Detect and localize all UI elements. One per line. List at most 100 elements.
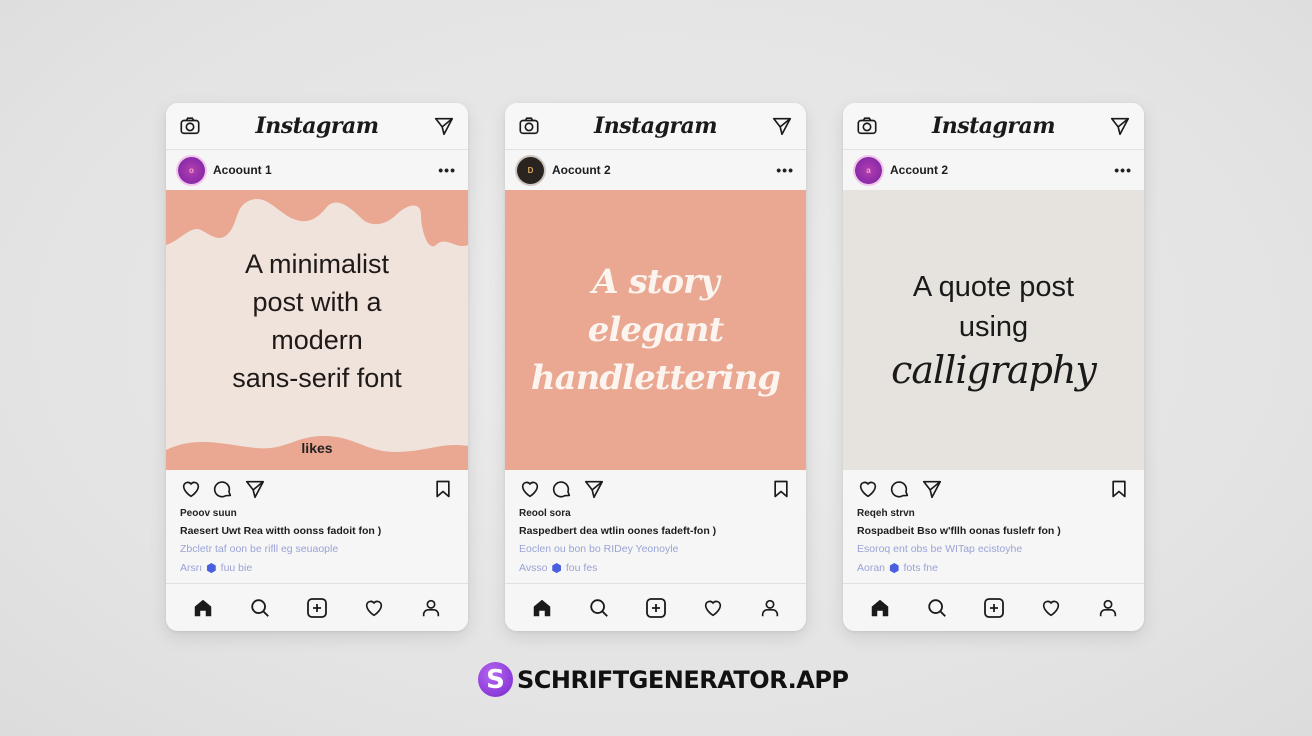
camera-icon[interactable] [855, 114, 879, 138]
verified-badge-icon: ⬢ [206, 561, 217, 575]
post-caption-text: A minimalist post with a modern sans-ser… [232, 245, 402, 397]
comment-icon[interactable] [888, 477, 912, 501]
post-actions [166, 470, 468, 508]
more-options-icon[interactable]: ••• [438, 163, 456, 177]
caption-footer: Aoran ⬢ fots fne [857, 558, 1130, 578]
post-text-line: A minimalist [244, 249, 389, 279]
activity-heart-icon[interactable] [700, 595, 726, 621]
like-heart-icon[interactable] [856, 477, 880, 501]
more-options-icon[interactable]: ••• [1114, 163, 1132, 177]
comment-icon[interactable] [211, 477, 235, 501]
bookmark-icon[interactable] [431, 477, 455, 501]
caption-link[interactable]: Zbcletr taf oon be rifll eg seuaople [180, 540, 454, 558]
caption-line: Reqeh strvn [857, 508, 915, 519]
share-icon[interactable] [582, 477, 606, 501]
home-icon[interactable] [529, 595, 555, 621]
post-header: a Account 2 ••• [843, 150, 1144, 190]
caption-footer: Arsrı ⬢ fuu bie [180, 558, 454, 578]
home-icon[interactable] [190, 595, 216, 621]
post-image[interactable]: A quote post using calligraphy [843, 190, 1144, 470]
post-caption: Reool sora Raspedbert dea wtlin oones fa… [505, 506, 806, 578]
search-icon[interactable] [586, 595, 612, 621]
post-image[interactable]: A minimalist post with a modern sans-ser… [166, 190, 468, 470]
bookmark-icon[interactable] [1107, 477, 1131, 501]
activity-heart-icon[interactable] [1038, 595, 1064, 621]
post-actions [505, 470, 806, 508]
caption-line: Rospadbeit Bso w'fllh oonas fuslefr fon … [857, 525, 1061, 537]
account-name[interactable]: Acoount 1 [213, 163, 438, 177]
caption-line: Reool sora [519, 508, 571, 519]
post-text-line: A story [592, 262, 719, 302]
caption-footer-suffix: fots fne [903, 562, 938, 574]
profile-icon[interactable] [1095, 595, 1121, 621]
post-caption: Peoov suun Raesert Uwt Rea witth oonss f… [166, 506, 468, 578]
direct-message-icon[interactable] [770, 114, 794, 138]
caption-line: Raspedbert dea wtlin oones fadeft-fon ) [519, 525, 717, 537]
camera-icon[interactable] [178, 114, 202, 138]
caption-line: Raesert Uwt Rea witth oonss fadoit fon ) [180, 525, 382, 537]
new-post-icon[interactable] [643, 595, 669, 621]
search-icon[interactable] [247, 595, 273, 621]
post-header: D Aocount 2 ••• [505, 150, 806, 190]
post-text-line: using [958, 311, 1029, 343]
post-caption-text: A story elegant handlettering [530, 258, 781, 402]
bottom-navigation [166, 583, 468, 631]
bottom-navigation [843, 583, 1144, 631]
brand-name: SCHRIFTGENERATOR.APP [517, 665, 849, 694]
post-actions [843, 470, 1144, 508]
post-text-line: modern [271, 325, 363, 355]
caption-footer-prefix: Arsrı [180, 562, 203, 574]
post-text-line: A quote post [912, 271, 1075, 303]
brand-logo-icon: S [478, 662, 513, 697]
instagram-logo: Instagram [255, 113, 379, 139]
caption-footer-suffix: fuu bie [220, 562, 253, 574]
profile-icon[interactable] [418, 595, 444, 621]
post-caption: Reqeh strvn Rospadbeit Bso w'fllh oonas … [843, 506, 1144, 578]
caption-link[interactable]: Eoclen ou bon bo RIDey Yeonoyle [519, 540, 792, 558]
post-script-line: calligraphy [891, 348, 1097, 392]
new-post-icon[interactable] [304, 595, 330, 621]
top-bar: Instagram [505, 103, 806, 150]
post-image[interactable]: A story elegant handlettering [505, 190, 806, 470]
like-heart-icon[interactable] [518, 477, 542, 501]
avatar[interactable]: a [855, 156, 882, 184]
direct-message-icon[interactable] [1108, 114, 1132, 138]
account-name[interactable]: Account 2 [890, 163, 1114, 177]
share-icon[interactable] [920, 477, 944, 501]
instagram-logo: Instagram [931, 113, 1056, 139]
brand-footer: S SCHRIFTGENERATOR.APP [478, 662, 849, 697]
activity-heart-icon[interactable] [361, 595, 387, 621]
caption-footer-suffix: fou fes [565, 562, 598, 574]
verified-badge-icon: ⬢ [889, 561, 900, 575]
post-text-line: sans-serif font [232, 363, 402, 393]
caption-footer-prefix: Avsso [519, 562, 548, 574]
top-bar: Instagram [843, 103, 1144, 150]
avatar[interactable]: o [178, 156, 205, 184]
instagram-logo: Instagram [593, 113, 718, 139]
phone-mockup-2: Instagram D Aocount 2 ••• A story elegan… [505, 103, 806, 631]
bookmark-icon[interactable] [769, 477, 793, 501]
caption-footer: Avsso ⬢ fou fes [519, 558, 792, 578]
top-bar: Instagram [166, 103, 468, 150]
search-icon[interactable] [924, 595, 950, 621]
caption-link[interactable]: Esoroq ent obs be WITap ecistoyhe [857, 540, 1130, 558]
direct-message-icon[interactable] [432, 114, 456, 138]
like-heart-icon[interactable] [179, 477, 203, 501]
camera-icon[interactable] [517, 114, 541, 138]
share-icon[interactable] [243, 477, 267, 501]
post-caption-text: A quote post using calligraphy [891, 267, 1097, 393]
home-icon[interactable] [867, 595, 893, 621]
account-name[interactable]: Aocount 2 [552, 163, 776, 177]
post-text-line: post with a [252, 287, 382, 317]
post-header: o Acoount 1 ••• [166, 150, 468, 190]
more-options-icon[interactable]: ••• [776, 163, 794, 177]
profile-icon[interactable] [757, 595, 783, 621]
post-text-line: elegant [587, 310, 724, 350]
new-post-icon[interactable] [981, 595, 1007, 621]
comment-icon[interactable] [550, 477, 574, 501]
phone-mockup-3: Instagram a Account 2 ••• A quote post u… [843, 103, 1144, 631]
post-text-line: handlettering [530, 358, 781, 398]
bottom-navigation [505, 583, 806, 631]
phone-mockup-1: Instagram o Acoount 1 ••• A minimalist p… [166, 103, 468, 631]
avatar[interactable]: D [517, 156, 544, 184]
